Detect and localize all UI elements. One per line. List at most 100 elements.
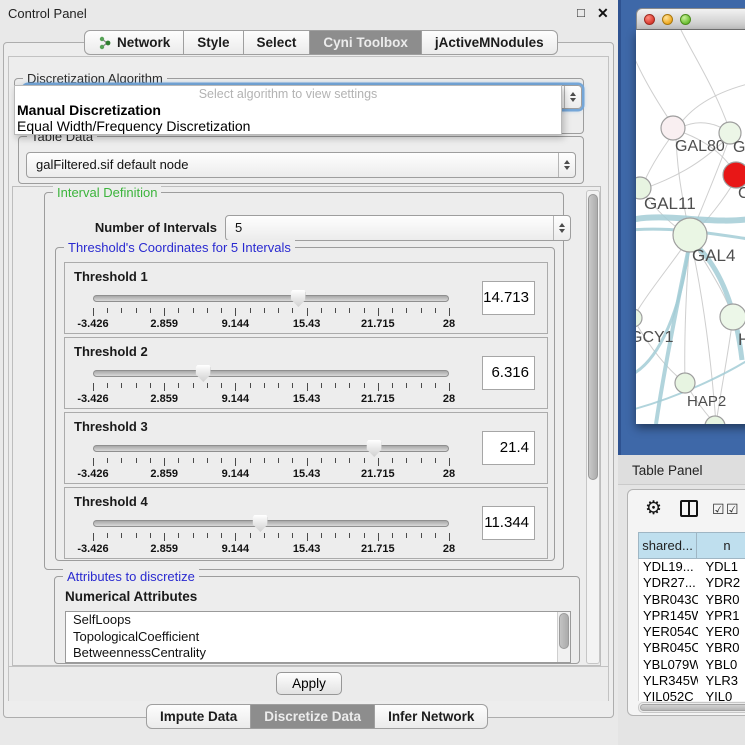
cell-shared-name[interactable]: YIL052C bbox=[639, 689, 698, 701]
tick-mark bbox=[221, 308, 222, 313]
cell-name[interactable]: YLR3 bbox=[698, 673, 745, 689]
slider-ticks bbox=[93, 383, 449, 392]
tab-jactivemnodules[interactable]: jActiveMNodules bbox=[422, 30, 558, 55]
attribute-item-selfloops[interactable]: SelfLoops bbox=[66, 612, 570, 629]
number-of-intervals-combobox[interactable]: 5 bbox=[225, 215, 571, 241]
cell-name[interactable]: YDR2 bbox=[698, 575, 745, 591]
cell-shared-name[interactable]: YPR145W bbox=[639, 608, 698, 624]
tick-label: 9.144 bbox=[222, 393, 250, 405]
combo-stepper-icon[interactable] bbox=[564, 86, 581, 108]
slider-tick-labels: -3.4262.8599.14415.4321.71528 bbox=[93, 543, 449, 555]
attribute-item-betweennesscentrality[interactable]: BetweennessCentrality bbox=[66, 645, 570, 662]
column-header-shared-name[interactable]: shared... bbox=[638, 532, 697, 559]
slider-track[interactable] bbox=[93, 370, 449, 377]
tab-impute-data[interactable]: Impute Data bbox=[146, 704, 251, 729]
tick-label: 28 bbox=[443, 543, 455, 555]
table-row[interactable]: YDR27...YDR2 bbox=[639, 575, 745, 591]
popup-item-manual-discretization[interactable]: Manual Discretization bbox=[17, 102, 161, 118]
threshold-slider[interactable]: -3.4262.8599.14415.4321.71528 bbox=[93, 445, 449, 479]
threshold-slider[interactable]: -3.4262.8599.14415.4321.71528 bbox=[93, 370, 449, 404]
tick-label: 21.715 bbox=[361, 318, 395, 330]
close-icon[interactable]: ✕ bbox=[597, 5, 609, 22]
table-row[interactable]: YER054CYER0 bbox=[639, 624, 745, 640]
tick-mark bbox=[164, 308, 165, 316]
slider-track[interactable] bbox=[93, 295, 449, 302]
cell-name[interactable]: YER0 bbox=[698, 624, 745, 640]
close-traffic-light-icon[interactable] bbox=[644, 14, 655, 25]
table-row[interactable]: YPR145WYPR1 bbox=[639, 608, 745, 624]
cell-shared-name[interactable]: YBL079W bbox=[639, 657, 698, 673]
tab-network[interactable]: Network bbox=[84, 30, 184, 55]
table-row[interactable]: YBR043CYBR0 bbox=[639, 592, 745, 608]
attribute-item-topologicalcoefficient[interactable]: TopologicalCoefficient bbox=[66, 629, 570, 646]
network-node[interactable] bbox=[705, 416, 725, 424]
table-row[interactable]: YIL052CYIL0 bbox=[639, 689, 745, 701]
cell-name[interactable]: YBR0 bbox=[698, 592, 745, 608]
combo-stepper-icon[interactable] bbox=[553, 216, 570, 240]
threshold-value-field[interactable]: 21.4 bbox=[482, 431, 535, 465]
network-node-hap2[interactable] bbox=[675, 373, 695, 393]
cell-name[interactable]: YDL1 bbox=[698, 559, 745, 575]
cell-shared-name[interactable]: YLR345W bbox=[639, 673, 698, 689]
attributes-scrollbar[interactable] bbox=[557, 612, 570, 662]
threshold-slider[interactable]: -3.4262.8599.14415.4321.71528 bbox=[93, 295, 449, 329]
network-node-gal80[interactable] bbox=[661, 116, 685, 140]
cell-shared-name[interactable]: YDL19... bbox=[639, 559, 698, 575]
network-node-h[interactable] bbox=[720, 304, 745, 330]
tick-label: 28 bbox=[443, 318, 455, 330]
cell-name[interactable]: YBL0 bbox=[698, 657, 745, 673]
column-header-name[interactable]: n bbox=[697, 532, 745, 559]
table-horizontal-scrollbar[interactable] bbox=[638, 702, 745, 713]
cell-name[interactable]: YIL0 bbox=[698, 689, 745, 701]
apply-button[interactable]: Apply bbox=[276, 672, 342, 695]
cell-shared-name[interactable]: YER054C bbox=[639, 624, 698, 640]
table-data-combobox[interactable]: galFiltered.sif default node bbox=[26, 152, 576, 178]
tick-mark bbox=[278, 383, 279, 388]
slider-thumb-icon[interactable] bbox=[291, 290, 306, 307]
tab-infer-network[interactable]: Infer Network bbox=[375, 704, 488, 729]
checkbox-icon[interactable]: ☑ bbox=[712, 501, 725, 518]
checkbox-icon[interactable]: ☑ bbox=[726, 501, 739, 518]
table-row[interactable]: YDL19...YDL1 bbox=[639, 559, 745, 575]
threshold-value-field[interactable]: 6.316 bbox=[482, 356, 535, 390]
threshold-value-field[interactable]: 14.713 bbox=[482, 281, 535, 315]
tick-mark bbox=[164, 383, 165, 391]
gear-icon[interactable]: ⚙ bbox=[645, 497, 662, 520]
slider-thumb-icon[interactable] bbox=[253, 515, 268, 532]
slider-thumb-icon[interactable] bbox=[367, 440, 382, 457]
threshold-value-field[interactable]: 11.344 bbox=[482, 506, 535, 540]
scrollbar-thumb[interactable] bbox=[640, 704, 745, 711]
tick-mark bbox=[93, 458, 94, 466]
numerical-attributes-list[interactable]: SelfLoopsTopologicalCoefficientBetweenne… bbox=[65, 611, 571, 663]
column-layout-icon[interactable] bbox=[680, 500, 698, 517]
cell-shared-name[interactable]: YBR045C bbox=[639, 640, 698, 656]
table-row[interactable]: YLR345WYLR3 bbox=[639, 673, 745, 689]
scrollbar-thumb[interactable] bbox=[559, 613, 569, 649]
slider-thumb-icon[interactable] bbox=[196, 365, 211, 382]
slider-track[interactable] bbox=[93, 445, 449, 452]
minimize-traffic-light-icon[interactable] bbox=[662, 14, 673, 25]
table-row[interactable]: YBR045CYBR0 bbox=[639, 640, 745, 656]
tab-discretize-data[interactable]: Discretize Data bbox=[251, 704, 375, 729]
cell-name[interactable]: YPR1 bbox=[698, 608, 745, 624]
float-window-icon[interactable]: □ bbox=[577, 5, 585, 20]
threshold-slider[interactable]: -3.4262.8599.14415.4321.71528 bbox=[93, 520, 449, 554]
slider-track[interactable] bbox=[93, 520, 449, 527]
panel-scrollbar[interactable] bbox=[586, 190, 600, 664]
network-node-gcy1[interactable] bbox=[636, 309, 642, 327]
cell-shared-name[interactable]: YDR27... bbox=[639, 575, 698, 591]
tab-style[interactable]: Style bbox=[184, 30, 243, 55]
network-graph[interactable]: GAL80GACGAL11GAL4GCY1HHAP2 bbox=[636, 30, 745, 424]
tick-label: 15.43 bbox=[293, 318, 321, 330]
table-row[interactable]: YBL079WYBL0 bbox=[639, 657, 745, 673]
cell-name[interactable]: YBR0 bbox=[698, 640, 745, 656]
combo-stepper-icon[interactable] bbox=[558, 153, 575, 177]
popup-item-equal-width-frequency-discretization[interactable]: Equal Width/Frequency Discretization bbox=[17, 118, 250, 134]
cell-shared-name[interactable]: YBR043C bbox=[639, 592, 698, 608]
scrollbar-thumb[interactable] bbox=[588, 194, 598, 480]
control-panel-titlebar: Control Panel □ ✕ bbox=[0, 0, 620, 26]
zoom-traffic-light-icon[interactable] bbox=[680, 14, 691, 25]
tab-select[interactable]: Select bbox=[244, 30, 311, 55]
network-canvas[interactable]: GAL80GACGAL11GAL4GCY1HHAP2 bbox=[636, 30, 745, 424]
tab-cyni-toolbox[interactable]: Cyni Toolbox bbox=[310, 30, 422, 55]
